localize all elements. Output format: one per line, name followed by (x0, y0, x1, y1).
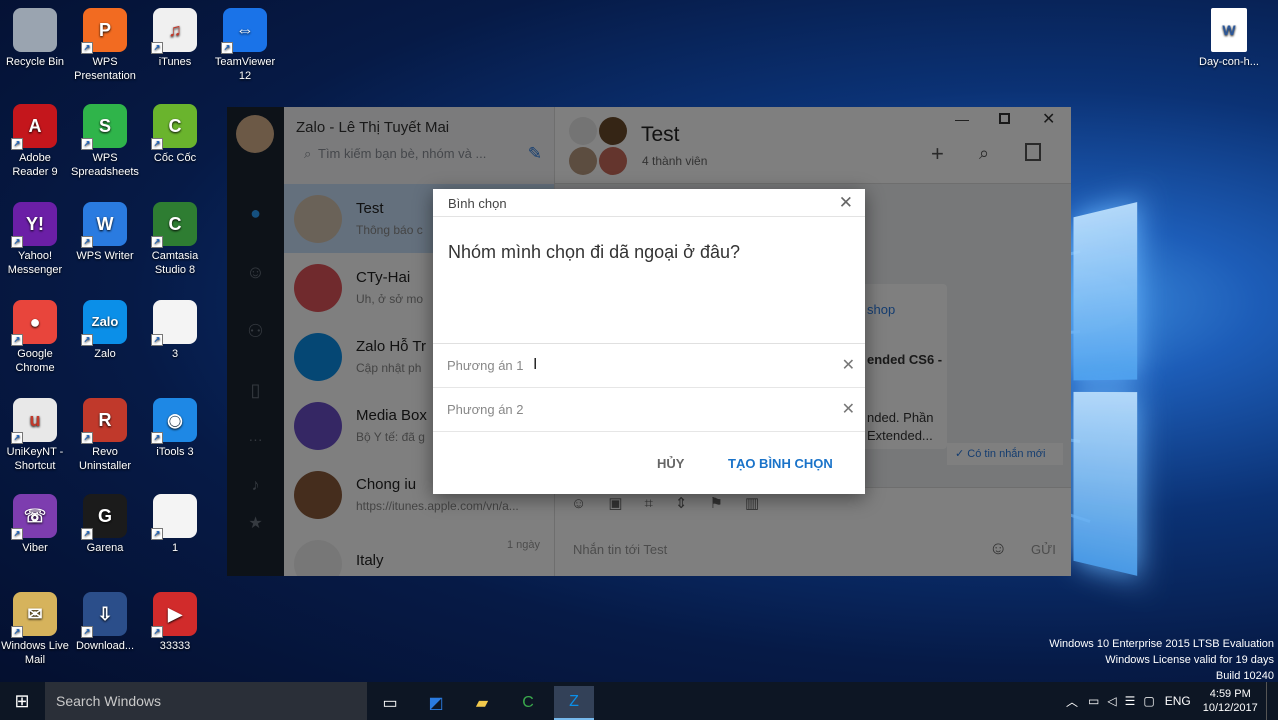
yahoo-messenger-icon: Y! ↗ (11, 202, 57, 248)
shortcut-arrow-icon: ↗ (11, 528, 23, 540)
desktop-icon-file[interactable]: ↗ 1 (140, 494, 210, 555)
remove-option-icon[interactable]: ✕ (842, 399, 855, 419)
desktop-icon-download[interactable]: ⇩ ↗ Download... (70, 592, 140, 653)
garena-icon: G ↗ (81, 494, 127, 540)
dialog-footer: HỦY TẠO BÌNH CHỌN (433, 438, 865, 494)
dialog-header: Bình chọn ✕ (433, 189, 865, 217)
desktop-icon-itunes[interactable]: ♫ ↗ iTunes (140, 8, 210, 69)
desktop-icon-wps-spreadsheets[interactable]: S ↗ WPS Spreadsheets (70, 104, 140, 179)
shortcut-arrow-icon: ↗ (221, 42, 233, 54)
file-icon: ↗ (151, 494, 197, 540)
app-icon-taskbar[interactable]: ◩ (416, 686, 456, 720)
shortcut-arrow-icon: ↗ (151, 626, 163, 638)
battery-icon[interactable]: ▭ (1088, 694, 1099, 708)
taskbar: ⊞ Search Windows ▭ ◩ ▰ C Z ︿ ▭ ◁ ☰ ▢ ENG… (0, 682, 1278, 720)
desktop-icon-wps-writer[interactable]: W ↗ WPS Writer (70, 202, 140, 263)
desktop-icon-file[interactable]: ↗ 3 (140, 300, 210, 361)
file-explorer-icon[interactable]: ▰ (462, 686, 502, 720)
input-language[interactable]: ENG (1165, 694, 1191, 708)
desktop-icon-recycle-bin[interactable]: Recycle Bin (0, 8, 70, 69)
volume-icon[interactable]: ◁ (1107, 694, 1116, 708)
zalo-icon: Zalo ↗ (81, 300, 127, 346)
poll-option-input[interactable]: Phương án 1 I ✕ (433, 344, 865, 388)
shortcut-arrow-icon: ↗ (81, 138, 93, 150)
recycle-bin-icon (13, 8, 57, 52)
shortcut-arrow-icon: ↗ (151, 42, 163, 54)
start-button[interactable]: ⊞ (2, 684, 42, 718)
desktop-icon-video[interactable]: ▶ ↗ 33333 (140, 592, 210, 653)
shortcut-arrow-icon: ↗ (11, 626, 23, 638)
windows-logo-wallpaper (1073, 202, 1138, 578)
poll-dialog: Bình chọn ✕ Nhóm mình chọn đi dã ngoại ở… (433, 189, 865, 494)
desktop-icon-viber[interactable]: ☏ ↗ Viber (0, 494, 70, 555)
poll-question-field[interactable]: Nhóm mình chọn đi dã ngoại ở đâu? (433, 217, 865, 344)
windows-evaluation-watermark: Windows 10 Enterprise 2015 LTSB Evaluati… (1049, 638, 1274, 682)
shortcut-arrow-icon: ↗ (151, 432, 163, 444)
wps-presentation-icon: P ↗ (81, 8, 127, 54)
shortcut-arrow-icon: ↗ (151, 528, 163, 540)
word-document-icon: W (1211, 8, 1247, 52)
network-icon[interactable]: ☰ (1125, 694, 1136, 708)
desktop-icon-camtasia[interactable]: C ↗ Camtasia Studio 8 (140, 202, 210, 277)
chrome-icon: ● ↗ (11, 300, 57, 346)
notification-icon[interactable]: ▢ (1143, 694, 1154, 708)
remove-option-icon[interactable]: ✕ (842, 355, 855, 375)
unikey-icon: u ↗ (11, 398, 57, 444)
shortcut-arrow-icon: ↗ (151, 334, 163, 346)
shortcut-arrow-icon: ↗ (81, 334, 93, 346)
desktop-icon-yahoo-messenger[interactable]: Y! ↗ Yahoo! Messenger (0, 202, 70, 277)
teamviewer-icon: ⇔ ↗ (221, 8, 267, 54)
shortcut-arrow-icon: ↗ (11, 432, 23, 444)
zalo-taskbar-icon[interactable]: Z (554, 686, 594, 720)
desktop-icon-live-mail[interactable]: ✉ ↗ Windows Live Mail (0, 592, 70, 667)
adobe-reader-icon: A ↗ (11, 104, 57, 150)
clock[interactable]: 4:59 PM 10/12/2017 (1203, 687, 1258, 715)
shortcut-arrow-icon: ↗ (81, 236, 93, 248)
show-desktop-button[interactable] (1265, 682, 1270, 720)
desktop-icon-wps-presentation[interactable]: P ↗ WPS Presentation (70, 8, 140, 83)
dialog-title: Bình chọn (448, 196, 507, 211)
show-hidden-icons[interactable]: ︿ (1066, 693, 1078, 710)
file-icon: ↗ (151, 300, 197, 346)
itunes-icon: ♫ ↗ (151, 8, 197, 54)
desktop-icon-garena[interactable]: G ↗ Garena (70, 494, 140, 555)
shortcut-arrow-icon: ↗ (151, 138, 163, 150)
shortcut-arrow-icon: ↗ (81, 42, 93, 54)
desktop-icon-coccoc[interactable]: C ↗ Cốc Cốc (140, 104, 210, 165)
shortcut-arrow-icon: ↗ (151, 236, 163, 248)
close-icon[interactable]: ✕ (839, 193, 853, 213)
shortcut-arrow-icon: ↗ (81, 626, 93, 638)
poll-option-input[interactable]: Phương án 2 ✕ (433, 388, 865, 432)
cancel-button[interactable]: HỦY (657, 456, 684, 471)
viber-icon: ☏ ↗ (11, 494, 57, 540)
wps-writer-icon: W ↗ (81, 202, 127, 248)
taskbar-search-input[interactable]: Search Windows (45, 682, 367, 720)
shortcut-arrow-icon: ↗ (11, 334, 23, 346)
create-poll-button[interactable]: TẠO BÌNH CHỌN (728, 456, 833, 471)
shortcut-arrow-icon: ↗ (81, 528, 93, 540)
download-icon: ⇩ ↗ (81, 592, 127, 638)
wps-spreadsheets-icon: S ↗ (81, 104, 127, 150)
desktop-icon-itools[interactable]: ◉ ↗ iTools 3 (140, 398, 210, 459)
desktop-icon-adobe-reader[interactable]: A ↗ Adobe Reader 9 (0, 104, 70, 179)
task-view-icon[interactable]: ▭ (370, 686, 410, 720)
desktop-icon-word-document[interactable]: W Day-con-h... (1194, 8, 1264, 69)
itools-icon: ◉ ↗ (151, 398, 197, 444)
live-mail-icon: ✉ ↗ (11, 592, 57, 638)
desktop-icon-chrome[interactable]: ● ↗ Google Chrome (0, 300, 70, 375)
shortcut-arrow-icon: ↗ (81, 432, 93, 444)
shortcut-arrow-icon: ↗ (11, 138, 23, 150)
desktop-icon-revo-uninstaller[interactable]: R ↗ Revo Uninstaller (70, 398, 140, 473)
desktop-icon-teamviewer[interactable]: ⇔ ↗ TeamViewer 12 (210, 8, 280, 83)
revo-uninstaller-icon: R ↗ (81, 398, 127, 444)
text-cursor-icon: I (533, 356, 538, 373)
video-icon: ▶ ↗ (151, 592, 197, 638)
camtasia-taskbar-icon[interactable]: C (508, 686, 548, 720)
coccoc-icon: C ↗ (151, 104, 197, 150)
system-tray: ︿ ▭ ◁ ☰ ▢ ENG 4:59 PM 10/12/2017 (1066, 682, 1270, 720)
desktop-icon-zalo[interactable]: Zalo ↗ Zalo (70, 300, 140, 361)
shortcut-arrow-icon: ↗ (11, 236, 23, 248)
camtasia-icon: C ↗ (151, 202, 197, 248)
desktop-icon-unikey[interactable]: u ↗ UniKeyNT - Shortcut (0, 398, 70, 473)
